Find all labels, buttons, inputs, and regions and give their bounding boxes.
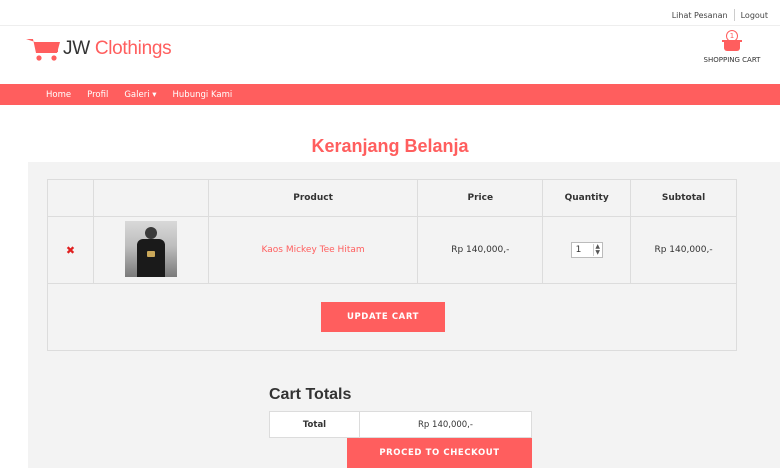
account-links: Lihat Pesanan Logout <box>672 9 768 21</box>
brand-name: JW Clothings <box>63 38 172 60</box>
header-product: Product <box>207 179 419 217</box>
brand-name-prefix: JW <box>63 38 90 59</box>
product-thumbnail[interactable] <box>124 220 177 277</box>
main-nav: Home Profil Galeri ▾ Hubungi Kami <box>0 84 780 105</box>
cart-table-header: Product Price Quantity Subtotal <box>47 179 737 217</box>
shopping-cart-label: SHOPPING CART <box>703 56 761 64</box>
header-remove <box>47 179 94 217</box>
remove-cell: ✖ <box>47 216 94 284</box>
basket-icon: 1 <box>721 30 743 54</box>
logout-link[interactable]: Logout <box>741 11 768 20</box>
cart-actions-cell: UPDATE CART <box>47 283 737 351</box>
header-thumbnail <box>92 179 209 217</box>
view-orders-link[interactable]: Lihat Pesanan <box>672 11 728 20</box>
shopping-cart-widget[interactable]: 1 SHOPPING CART <box>694 30 770 64</box>
basket-shape <box>722 40 742 51</box>
spinner-arrows-icon[interactable]: ▲ ▼ <box>592 244 602 256</box>
nav-item-hubungi-kami[interactable]: Hubungi Kami <box>173 90 233 100</box>
subtotal-cell: Rp 140,000,- <box>630 216 737 284</box>
price-cell: Rp 140,000,- <box>417 216 544 284</box>
quantity-value[interactable]: 1 <box>576 245 593 255</box>
quantity-cell: 1 ▲ ▼ <box>542 216 632 284</box>
header-price: Price <box>417 179 544 217</box>
cart-table: Product Price Quantity Subtotal ✖ Kaos M… <box>47 179 737 351</box>
top-utility-bar: Lihat Pesanan Logout <box>0 0 780 26</box>
thumbnail-cell <box>92 216 209 284</box>
total-label: Total <box>269 411 360 438</box>
shopping-cart-icon <box>26 36 62 62</box>
product-cell: Kaos Mickey Tee Hitam <box>207 216 419 284</box>
thumbnail-figure-head <box>144 226 157 239</box>
quantity-stepper[interactable]: 1 ▲ ▼ <box>570 242 603 258</box>
cart-totals-table: Total Rp 140,000,- <box>269 411 532 438</box>
close-icon[interactable]: ✖ <box>66 244 75 257</box>
nav-item-galeri-dropdown[interactable]: Galeri ▾ <box>124 90 156 100</box>
brand-logo[interactable]: JW Clothings <box>26 36 172 62</box>
checkout-button[interactable]: PROCED TO CHECKOUT <box>347 438 532 468</box>
thumbnail-shirt-print <box>146 250 155 257</box>
divider <box>733 9 735 21</box>
product-name-link[interactable]: Kaos Mickey Tee Hitam <box>262 245 365 255</box>
header-subtotal: Subtotal <box>630 179 737 217</box>
nav-item-home[interactable]: Home <box>46 90 71 100</box>
cart-actions-row: UPDATE CART <box>47 283 737 351</box>
brand-name-accent: Clothings <box>94 38 172 59</box>
nav-item-profil[interactable]: Profil <box>87 90 108 100</box>
header-quantity: Quantity <box>542 179 632 217</box>
cart-totals-title: Cart Totals <box>269 386 352 403</box>
thumbnail-figure-shirt <box>136 238 165 277</box>
totals-row: Total Rp 140,000,- <box>269 411 532 438</box>
cart-panel: Product Price Quantity Subtotal ✖ Kaos M… <box>28 162 780 468</box>
page-title: Keranjang Belanja <box>311 136 469 156</box>
table-row: ✖ Kaos Mickey Tee Hitam Rp 140,000,- 1 ▲… <box>47 216 737 284</box>
update-cart-button[interactable]: UPDATE CART <box>321 302 445 332</box>
total-value: Rp 140,000,- <box>359 411 532 438</box>
